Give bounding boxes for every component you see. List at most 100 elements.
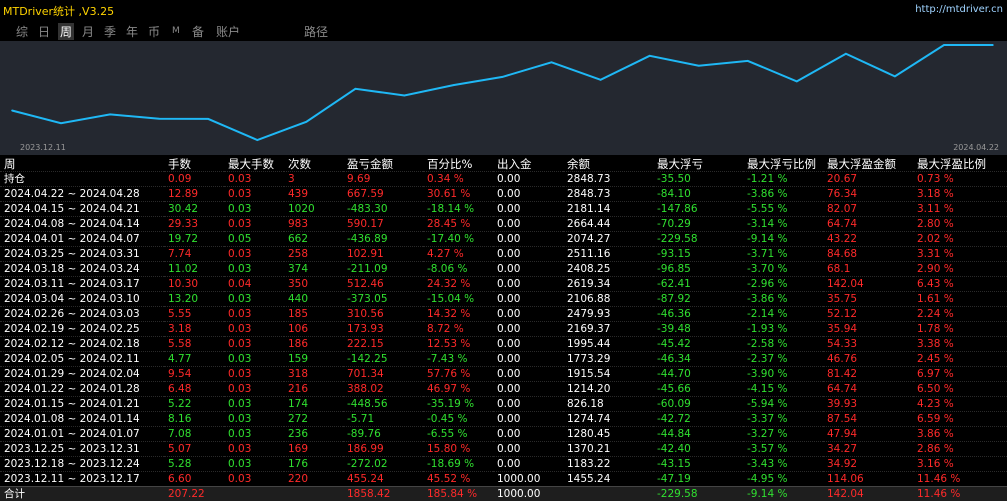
- table-cell: -15.04 %: [423, 292, 493, 307]
- table-header: 周手数最大手数次数盈亏金额百分比%出入金余额最大浮亏最大浮亏比例最大浮盈金额最大…: [0, 157, 1007, 172]
- table-cell: 388.02: [343, 382, 423, 397]
- table-cell: 2619.34: [563, 277, 653, 292]
- balance-point-13: [649, 55, 651, 57]
- table-row[interactable]: 2024.04.15 ~ 2024.04.2130.420.031020-483…: [0, 202, 1007, 217]
- table-row[interactable]: 2024.04.22 ~ 2024.04.2812.890.03439667.5…: [0, 187, 1007, 202]
- tab-3[interactable]: 月: [80, 23, 96, 40]
- table-row[interactable]: 持仓0.090.0339.690.34 %0.002848.73-35.50-1…: [0, 172, 1007, 187]
- tab-0[interactable]: 综: [14, 23, 30, 40]
- tab-6[interactable]: 币: [146, 23, 162, 40]
- table-cell: 0.00: [493, 277, 563, 292]
- website-link[interactable]: http://mtdriver.cn: [915, 4, 1003, 15]
- table-cell: 2023.12.18 ~ 2023.12.24: [0, 457, 164, 472]
- table-row[interactable]: 2024.04.08 ~ 2024.04.1429.330.03983590.1…: [0, 217, 1007, 232]
- table-cell: 169: [284, 442, 343, 457]
- table-row[interactable]: 2024.01.01 ~ 2024.01.077.080.03236-89.76…: [0, 427, 1007, 442]
- table-row[interactable]: 2024.03.11 ~ 2024.03.1710.300.04350512.4…: [0, 277, 1007, 292]
- table-cell: -93.15: [653, 247, 743, 262]
- total-cell: -229.58: [653, 487, 743, 501]
- table-cell: 2024.02.12 ~ 2024.02.18: [0, 337, 164, 352]
- table-cell: 1274.74: [563, 412, 653, 427]
- table-cell: 0.03: [224, 187, 284, 202]
- table-cell: -44.84: [653, 427, 743, 442]
- table-row[interactable]: 2024.01.22 ~ 2024.01.286.480.03216388.02…: [0, 382, 1007, 397]
- table-cell: 76.34: [823, 187, 913, 202]
- tab-5[interactable]: 年: [124, 23, 140, 40]
- table-cell: 0.03: [224, 472, 284, 487]
- table-row[interactable]: 2024.01.15 ~ 2024.01.215.220.03174-448.5…: [0, 397, 1007, 412]
- tab-2[interactable]: 周: [58, 23, 74, 40]
- tab-9[interactable]: 账户: [214, 23, 242, 40]
- table-cell: -89.76: [343, 427, 423, 442]
- balance-point-5: [256, 139, 258, 141]
- table-cell: 0.03: [224, 427, 284, 442]
- table-cell: 0.03: [224, 412, 284, 427]
- table-cell: -211.09: [343, 262, 423, 277]
- tab-8[interactable]: 备: [190, 23, 206, 40]
- table-cell: 1.78 %: [913, 322, 1007, 337]
- table-row[interactable]: 2024.02.05 ~ 2024.02.114.770.03159-142.2…: [0, 352, 1007, 367]
- table-cell: 142.04: [823, 277, 913, 292]
- total-row: 合计207.221858.42185.84 %1000.00-229.58-9.…: [0, 487, 1007, 501]
- tab-1[interactable]: 日: [36, 23, 52, 40]
- table-cell: 0.03: [224, 292, 284, 307]
- period-tabs: 综日周月季年币M备账户 路径: [0, 22, 1007, 40]
- table-cell: 174: [284, 397, 343, 412]
- table-cell: 0.09: [164, 172, 224, 187]
- table-cell: 0.00: [493, 367, 563, 382]
- table-cell: 3: [284, 172, 343, 187]
- table-row[interactable]: 2024.02.12 ~ 2024.02.185.580.03186222.15…: [0, 337, 1007, 352]
- table-cell: 0.03: [224, 172, 284, 187]
- table-row[interactable]: 2023.12.18 ~ 2023.12.245.280.03176-272.0…: [0, 457, 1007, 472]
- table-cell: 1183.22: [563, 457, 653, 472]
- table-cell: 350: [284, 277, 343, 292]
- table-cell: 0.00: [493, 232, 563, 247]
- table-cell: 2024.02.26 ~ 2024.03.03: [0, 307, 164, 322]
- table-row[interactable]: 2024.03.25 ~ 2024.03.317.740.03258102.91…: [0, 247, 1007, 262]
- table-cell: -35.19 %: [423, 397, 493, 412]
- table-row[interactable]: 2024.03.04 ~ 2024.03.1013.200.03440-373.…: [0, 292, 1007, 307]
- table-row[interactable]: 2024.01.29 ~ 2024.02.049.540.03318701.34…: [0, 367, 1007, 382]
- table-cell: 0.03: [224, 382, 284, 397]
- table-cell: -45.66: [653, 382, 743, 397]
- balance-point-11: [551, 62, 553, 64]
- table-cell: 64.74: [823, 217, 913, 232]
- table-cell: 2848.73: [563, 187, 653, 202]
- tab-10[interactable]: 路径: [302, 23, 330, 40]
- table-cell: 0.05: [224, 232, 284, 247]
- table-row[interactable]: 2024.03.18 ~ 2024.03.2411.020.03374-211.…: [0, 262, 1007, 277]
- balance-point-12: [600, 79, 602, 81]
- weekly-stats-table: 周手数最大手数次数盈亏金额百分比%出入金余额最大浮亏最大浮亏比例最大浮盈金额最大…: [0, 157, 1007, 501]
- table-cell: 2024.04.15 ~ 2024.04.21: [0, 202, 164, 217]
- table-cell: 39.93: [823, 397, 913, 412]
- table-cell: 0.73 %: [913, 172, 1007, 187]
- tab-4[interactable]: 季: [102, 23, 118, 40]
- table-cell: 0.03: [224, 202, 284, 217]
- chart-start-date: 2023.12.11: [20, 143, 66, 152]
- table-cell: -46.34: [653, 352, 743, 367]
- table-row[interactable]: 2024.01.08 ~ 2024.01.148.160.03272-5.71-…: [0, 412, 1007, 427]
- table-row[interactable]: 2024.02.19 ~ 2024.02.253.180.03106173.93…: [0, 322, 1007, 337]
- table-cell: -272.02: [343, 457, 423, 472]
- table-cell: 2024.03.11 ~ 2024.03.17: [0, 277, 164, 292]
- table-cell: 0.03: [224, 337, 284, 352]
- table-row[interactable]: 2024.04.01 ~ 2024.04.0719.720.05662-436.…: [0, 232, 1007, 247]
- total-cell: 合计: [0, 487, 164, 501]
- table-cell: 186.99: [343, 442, 423, 457]
- tab-7[interactable]: M: [170, 26, 182, 36]
- table-row[interactable]: 2024.02.26 ~ 2024.03.035.550.03185310.56…: [0, 307, 1007, 322]
- table-row[interactable]: 2023.12.25 ~ 2023.12.315.070.03169186.99…: [0, 442, 1007, 457]
- table-cell: 114.06: [823, 472, 913, 487]
- table-cell: 220: [284, 472, 343, 487]
- total-cell: [284, 487, 343, 501]
- table-cell: 701.34: [343, 367, 423, 382]
- table-cell: -3.86 %: [743, 292, 823, 307]
- balance-chart: 2023.12.11 2024.04.22: [0, 41, 1007, 155]
- app-title: MTDriver统计 ,V3.25: [3, 3, 114, 19]
- table-row[interactable]: 2023.12.11 ~ 2023.12.176.600.03220455.24…: [0, 472, 1007, 487]
- table-cell: 2074.27: [563, 232, 653, 247]
- table-cell: -3.90 %: [743, 367, 823, 382]
- table-cell: -47.19: [653, 472, 743, 487]
- table-cell: 0.00: [493, 337, 563, 352]
- table-cell: -3.70 %: [743, 262, 823, 277]
